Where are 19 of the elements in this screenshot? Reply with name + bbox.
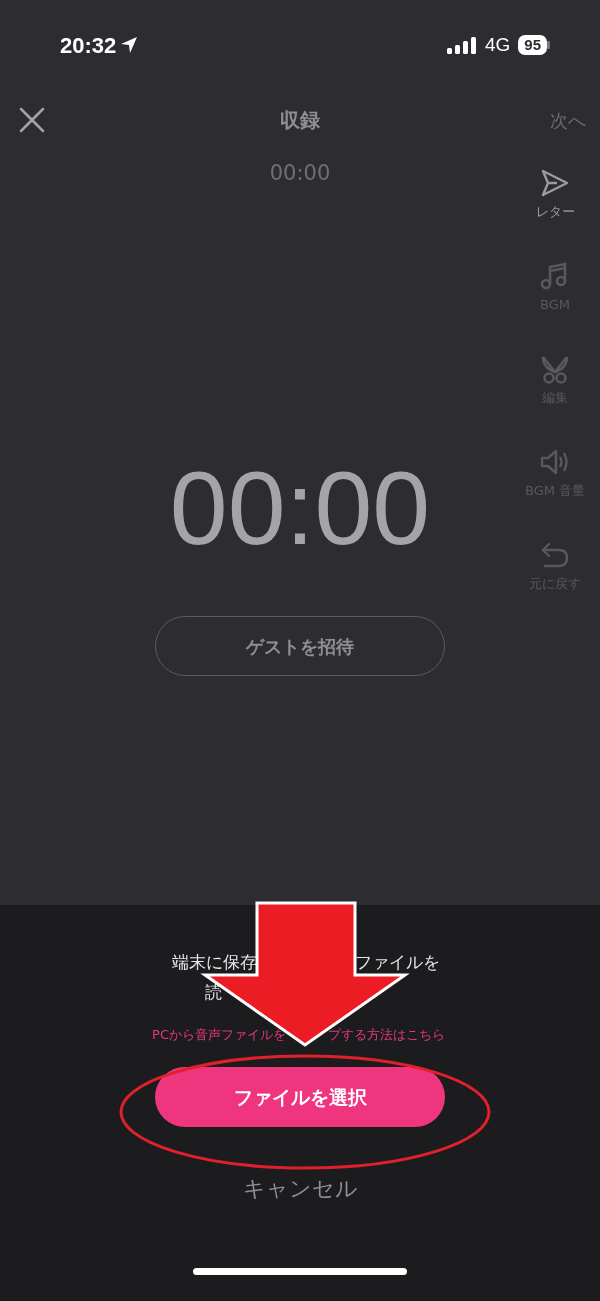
help-link[interactable]: プする方法はこちら bbox=[328, 1027, 445, 1042]
tool-label[interactable]: レター bbox=[535, 204, 575, 220]
paper-plane-icon[interactable] bbox=[539, 168, 571, 198]
message-text: ファイルを bbox=[355, 952, 440, 972]
network-type: 4G bbox=[484, 32, 511, 57]
cancel-button[interactable]: キャンセル bbox=[236, 1171, 364, 1206]
clock-time: 20:32 bbox=[60, 31, 117, 60]
battery-level: 95 bbox=[518, 35, 547, 55]
select-file-button[interactable]: ファイルを選択 bbox=[155, 1067, 445, 1127]
message-text: 読 bbox=[205, 982, 222, 1002]
help-link[interactable]: PCから音声ファイルを bbox=[152, 1027, 286, 1042]
signal-icon bbox=[446, 36, 477, 54]
recording-timer: 00:00 bbox=[169, 456, 431, 560]
close-icon[interactable] bbox=[18, 106, 46, 134]
elapsed-time: 00:00 bbox=[269, 160, 331, 187]
message-text: 端末に保存 bbox=[172, 952, 257, 972]
location-arrow-icon bbox=[120, 36, 139, 54]
battery-tip-icon bbox=[547, 41, 550, 49]
screen-title: 収録 bbox=[280, 107, 320, 134]
